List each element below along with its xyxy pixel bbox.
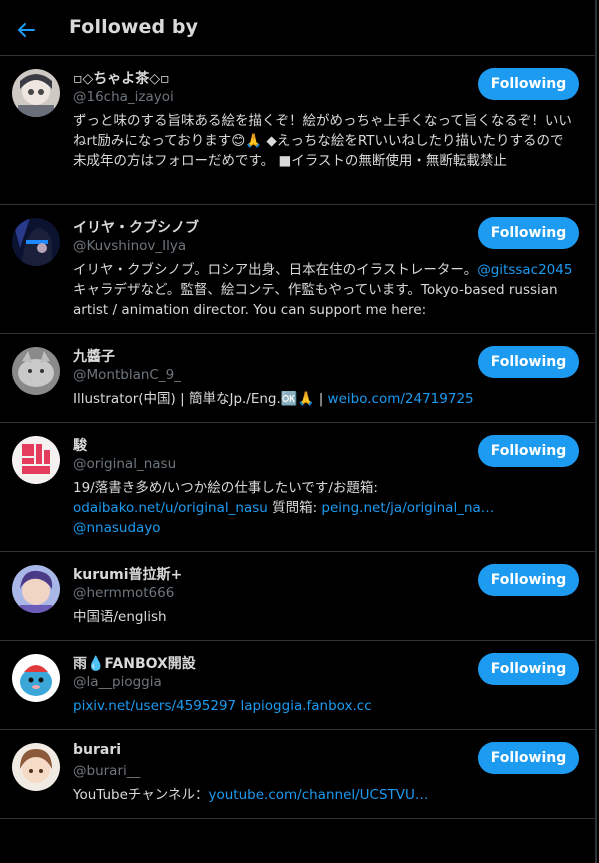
user-cell[interactable]: burari @burari__ Following YouTubeチャンネル：… bbox=[0, 730, 597, 819]
user-handle[interactable]: @hermmot666 bbox=[73, 585, 174, 601]
user-bio: イリヤ・クブシノブ。ロシア出身、日本在住のイラストレーター。@gitssac20… bbox=[73, 260, 573, 320]
bio-text: ずっと味のする旨味ある絵を描くぞ！絵がめっちゃ上手くなって旨くなるぞ！いいねrt… bbox=[73, 113, 572, 169]
followers-panel: Followed by ▫◇ちゃよ茶◇▫ @16cha_izayoi Follo… bbox=[0, 0, 597, 863]
bio-text: YouTubeチャンネル： bbox=[73, 787, 209, 803]
bio-text: Illustrator(中国) | 簡単なJp./Eng.🆗🙏 | bbox=[73, 391, 328, 407]
avatar[interactable] bbox=[12, 436, 60, 484]
user-bio: Illustrator(中国) | 簡単なJp./Eng.🆗🙏 | weibo.… bbox=[73, 389, 573, 409]
bio-text: 中国语/english bbox=[73, 609, 167, 625]
user-bio: ずっと味のする旨味ある絵を描くぞ！絵がめっちゃ上手くなって旨くなるぞ！いいねrt… bbox=[73, 111, 573, 171]
following-button[interactable]: Following bbox=[478, 68, 579, 100]
display-name[interactable]: イリヤ・クブシノブ bbox=[73, 217, 199, 237]
avatar[interactable] bbox=[12, 654, 60, 702]
user-cell[interactable]: 雨💧FANBOX開設 @la__pioggia Following pixiv.… bbox=[0, 641, 597, 730]
following-button[interactable]: Following bbox=[478, 742, 579, 774]
bio-link[interactable]: pixiv.net/users/4595297 bbox=[73, 698, 236, 714]
user-handle[interactable]: @original_nasu bbox=[73, 456, 176, 472]
display-name[interactable]: 九醬子 bbox=[73, 346, 115, 366]
bio-link[interactable]: weibo.com/24719725 bbox=[328, 391, 474, 407]
user-bio: pixiv.net/users/4595297 lapioggia.fanbox… bbox=[73, 696, 573, 716]
bio-link[interactable]: lapioggia.fanbox.cc bbox=[240, 698, 371, 714]
user-cell[interactable]: 駿 @original_nasu Following 19/落書き多め/いつか絵… bbox=[0, 423, 597, 552]
display-name[interactable]: kurumi普拉斯+ bbox=[73, 564, 182, 584]
following-button[interactable]: Following bbox=[478, 564, 579, 596]
following-button[interactable]: Following bbox=[478, 435, 579, 467]
avatar[interactable] bbox=[12, 69, 60, 117]
page-header: Followed by bbox=[0, 0, 597, 56]
user-handle[interactable]: @Kuvshinov_Ilya bbox=[73, 238, 186, 254]
bio-text: キャラデザなど。監督、絵コンテ、作監もやっています。Tokyo-based ru… bbox=[73, 282, 558, 318]
page-title: Followed by bbox=[69, 16, 199, 38]
user-cell[interactable]: イリヤ・クブシノブ @Kuvshinov_Ilya Following イリヤ・… bbox=[0, 205, 597, 334]
following-button[interactable]: Following bbox=[478, 346, 579, 378]
avatar[interactable] bbox=[12, 218, 60, 266]
bio-text: 19/落書き多め/いつか絵の仕事したいです/お題箱: bbox=[73, 480, 378, 496]
user-bio: YouTubeチャンネル：youtube.com/channel/UCSTVU… bbox=[73, 785, 573, 805]
bio-link[interactable]: peing.net/ja/original_na… bbox=[321, 500, 494, 516]
user-cell[interactable]: kurumi普拉斯+ @hermmot666 Following 中国语/eng… bbox=[0, 552, 597, 641]
display-name[interactable]: ▫◇ちゃよ茶◇▫ bbox=[73, 68, 170, 88]
bio-link[interactable]: odaibako.net/u/original_nasu bbox=[73, 500, 268, 516]
user-handle[interactable]: @16cha_izayoi bbox=[73, 89, 174, 105]
user-cell[interactable]: 九醬子 @MontblanC_9_ Following Illustrator(… bbox=[0, 334, 597, 423]
display-name[interactable]: 雨💧FANBOX開設 bbox=[73, 653, 196, 673]
user-handle[interactable]: @burari__ bbox=[73, 763, 140, 779]
bio-link[interactable]: youtube.com/channel/UCSTVU… bbox=[209, 787, 429, 803]
bio-text: イリヤ・クブシノブ。ロシア出身、日本在住のイラストレーター。 bbox=[73, 262, 478, 278]
bio-link[interactable]: @gitssac2045 bbox=[477, 262, 572, 278]
user-bio: 中国语/english bbox=[73, 607, 573, 627]
bio-text: 質問箱: bbox=[267, 500, 322, 516]
avatar[interactable] bbox=[12, 743, 60, 791]
bio-link[interactable]: @nnasudayo bbox=[73, 520, 161, 536]
avatar[interactable] bbox=[12, 565, 60, 613]
following-button[interactable]: Following bbox=[478, 217, 579, 249]
user-cell[interactable]: ▫◇ちゃよ茶◇▫ @16cha_izayoi Following ずっと味のする… bbox=[0, 56, 597, 205]
following-button[interactable]: Following bbox=[478, 653, 579, 685]
user-handle[interactable]: @la__pioggia bbox=[73, 674, 162, 690]
avatar[interactable] bbox=[12, 347, 60, 395]
arrow-left-icon bbox=[18, 23, 35, 37]
back-button[interactable] bbox=[12, 16, 40, 44]
display-name[interactable]: burari bbox=[73, 742, 121, 758]
user-handle[interactable]: @MontblanC_9_ bbox=[73, 367, 181, 383]
user-bio: 19/落書き多め/いつか絵の仕事したいです/お題箱: odaibako.net/… bbox=[73, 478, 573, 538]
display-name[interactable]: 駿 bbox=[73, 435, 87, 455]
